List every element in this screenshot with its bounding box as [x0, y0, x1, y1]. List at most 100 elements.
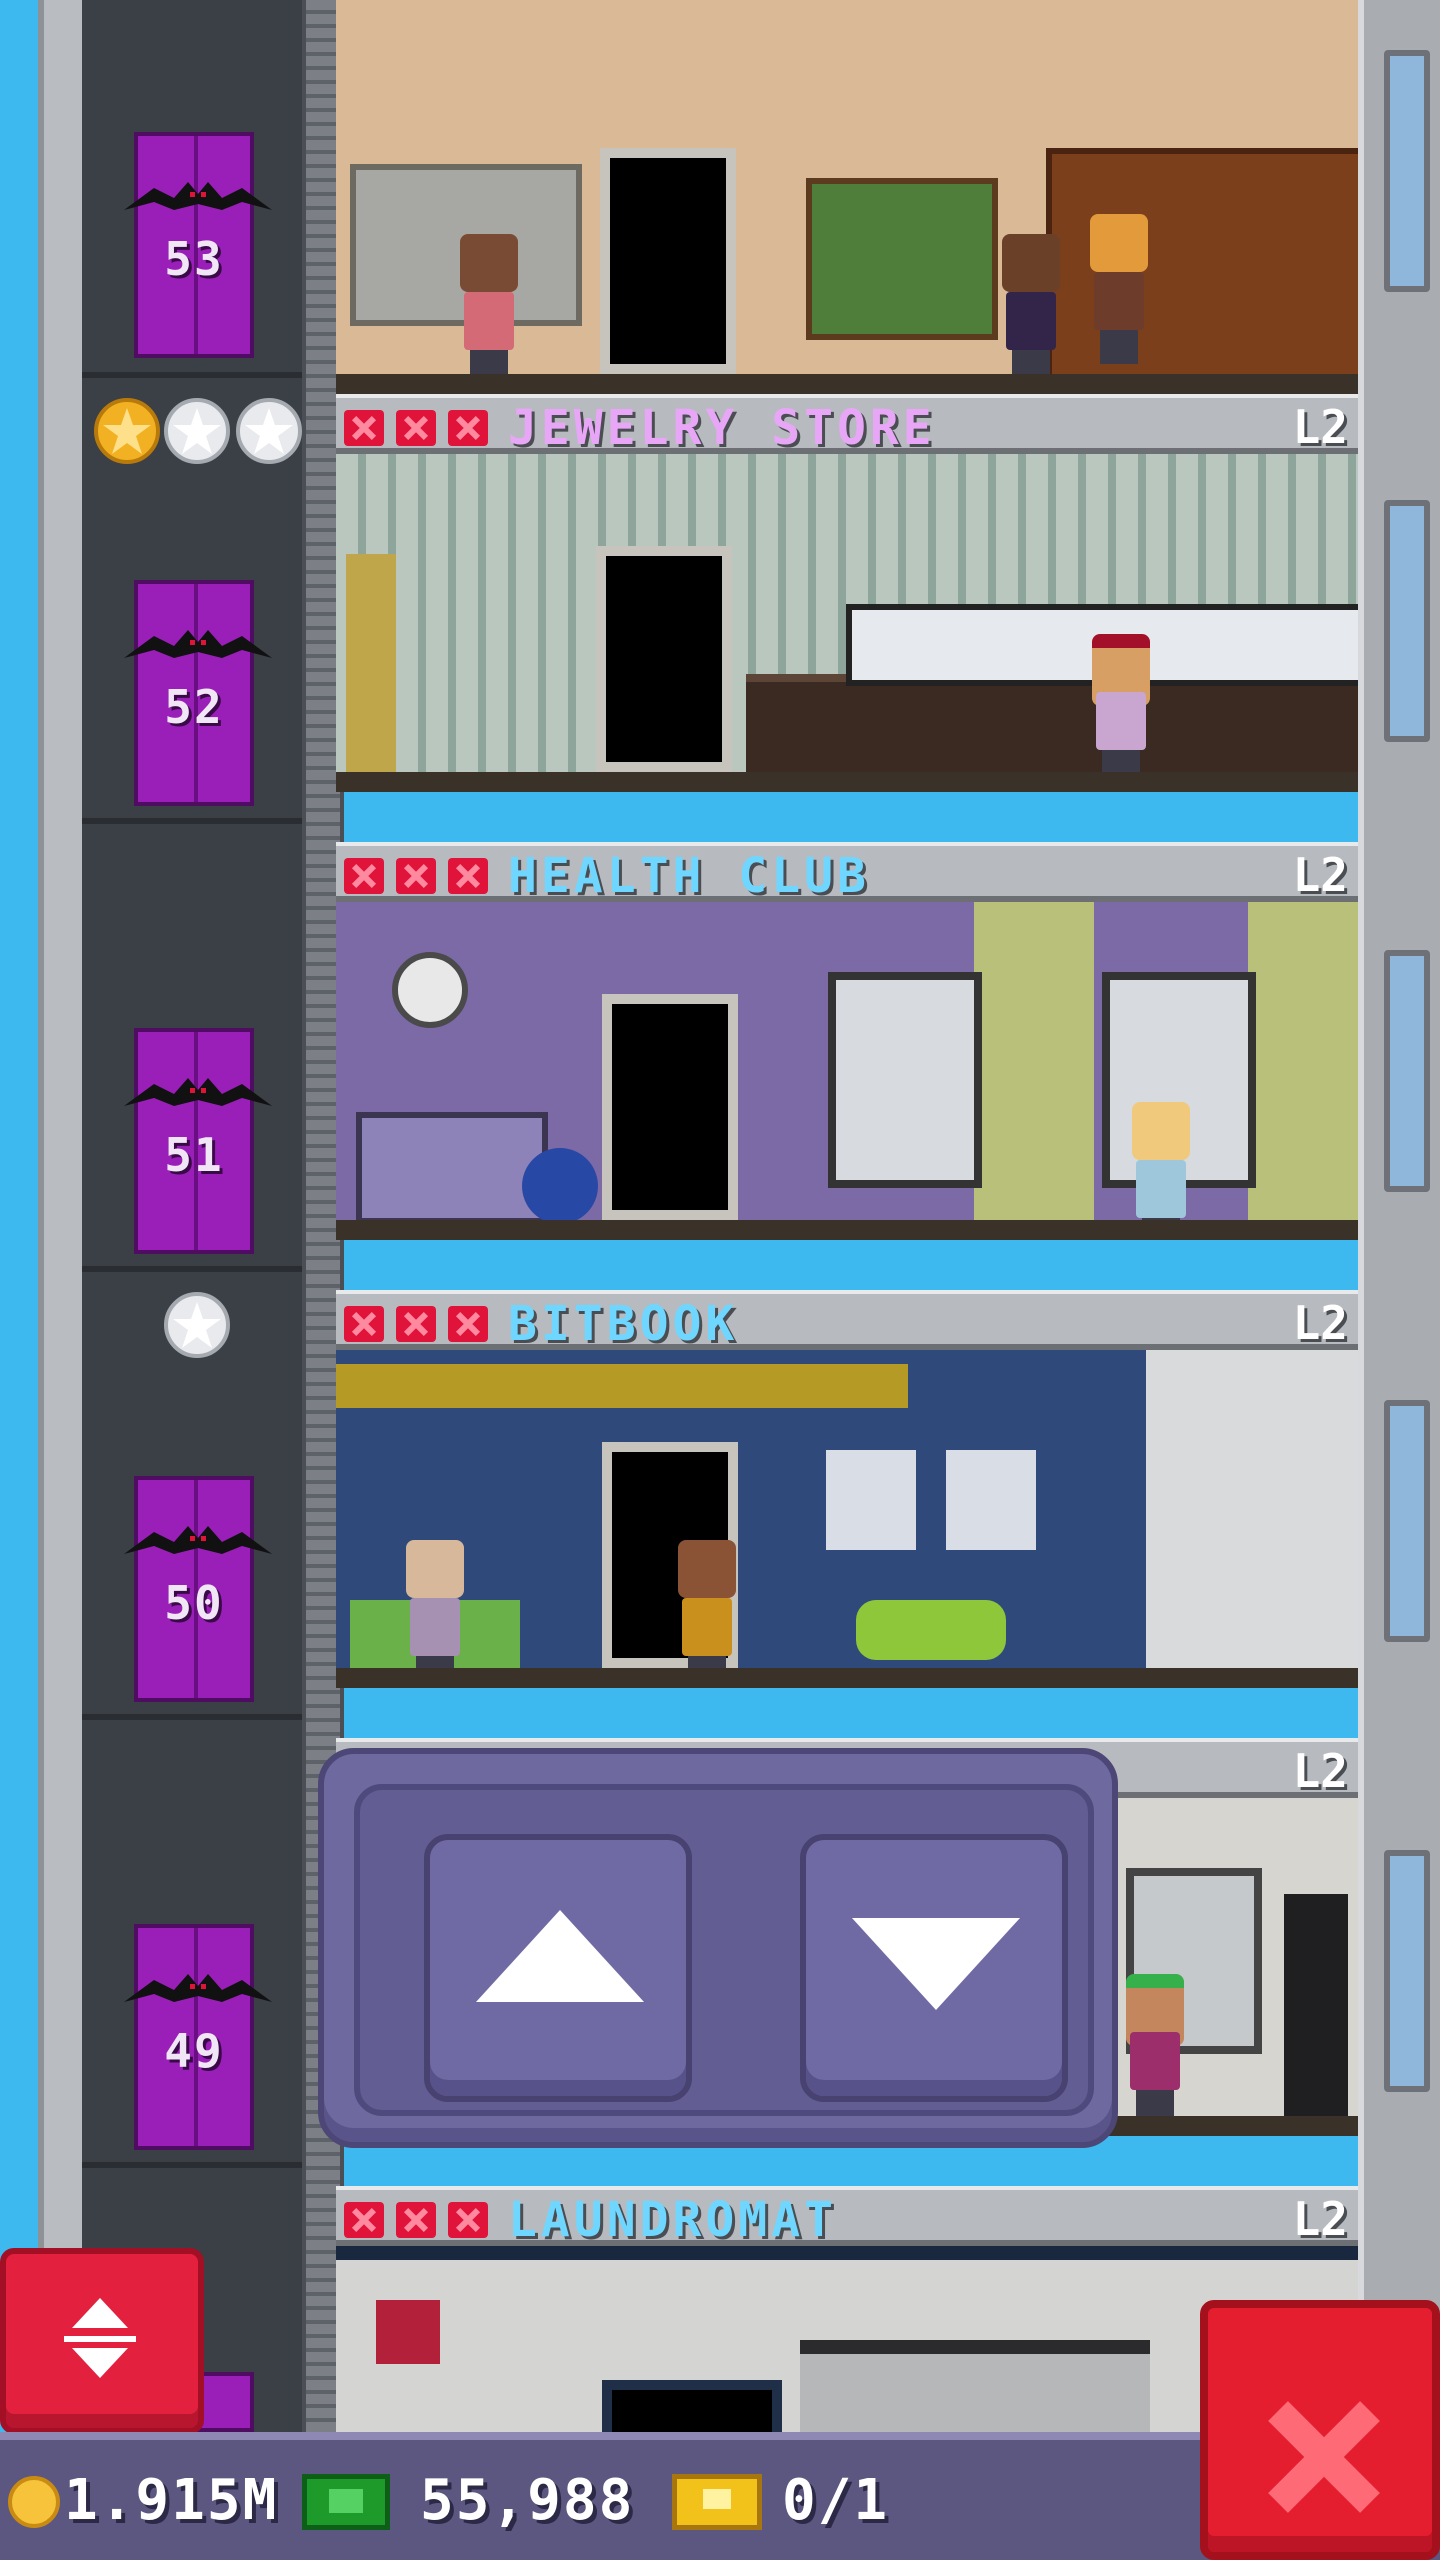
display-table — [806, 178, 998, 340]
floor-name: JEWELRY STORE — [508, 400, 936, 456]
star-icon-silver — [164, 398, 230, 464]
window — [828, 972, 982, 1188]
sofa — [856, 1600, 1006, 1660]
bat-icon — [124, 1526, 272, 1554]
tower-right-wall — [1358, 0, 1440, 2560]
plant — [346, 554, 396, 774]
visitor — [1084, 214, 1154, 364]
close-button[interactable] — [1200, 2300, 1440, 2560]
elevator-floor-number: 53 — [164, 232, 224, 286]
arrow-up-icon — [476, 1910, 644, 2002]
bat-icon — [124, 182, 272, 210]
elevator-car-49[interactable]: 49 — [124, 1924, 272, 2150]
floor-level: L2 — [1292, 1296, 1348, 1350]
elevator-car-53[interactable]: 53 — [124, 132, 272, 358]
x-mark-icon — [448, 858, 488, 894]
star-icon-silver — [236, 398, 302, 464]
clock-icon — [392, 952, 468, 1028]
elevator-car-50[interactable]: 50 — [124, 1476, 272, 1702]
floor-51-health-club[interactable]: HEALTH CLUB L2 — [336, 842, 1358, 1240]
bux-value: 55,988 — [420, 2468, 635, 2533]
x-mark-icon — [344, 858, 384, 894]
floor-header: LAUNDROMAT L2 — [336, 2186, 1358, 2248]
shop-room — [336, 0, 1358, 394]
elevator-toggle-button[interactable] — [0, 2248, 204, 2434]
bat-icon — [124, 1974, 272, 2002]
scroll-up-button[interactable] — [424, 1834, 692, 2102]
office-side-room — [1146, 1350, 1358, 1688]
elevator-floor-number: 49 — [164, 2024, 224, 2078]
x-mark-icon — [396, 2202, 436, 2238]
jewelry-room — [336, 454, 1358, 792]
gym-room — [336, 902, 1358, 1240]
x-mark-icon — [396, 1306, 436, 1342]
floor-level: L2 — [1292, 400, 1348, 454]
floor-50-bitbook[interactable]: BITBOOK L2 — [336, 1290, 1358, 1688]
x-mark-icon — [448, 1306, 488, 1342]
star-icon-gold — [94, 398, 160, 464]
bb-logo — [826, 1450, 1046, 1550]
coins-value: 1.915M — [64, 2468, 279, 2533]
door — [602, 2380, 782, 2436]
door — [596, 546, 732, 772]
exterior-window — [1384, 50, 1430, 292]
exterior-window — [1384, 500, 1430, 742]
exercise-ball — [522, 1148, 598, 1224]
bat-icon — [124, 630, 272, 658]
bux-icon — [302, 2474, 390, 2530]
sign-icon — [376, 2300, 440, 2364]
elevator-car-51[interactable]: 51 — [124, 1028, 272, 1254]
door — [602, 994, 738, 1220]
office-room — [336, 1350, 1358, 1688]
x-mark-icon — [448, 2202, 488, 2238]
elevator-shaft — [82, 0, 310, 2560]
vending-machine — [1284, 1894, 1348, 2124]
elevator-down-icon — [72, 2348, 128, 2378]
floor-level: L2 — [1292, 2192, 1348, 2246]
tickets-value: 0/1 — [782, 2468, 890, 2533]
shop-clerk — [1086, 634, 1156, 784]
scroll-down-button[interactable] — [800, 1834, 1068, 2102]
floor-name: HEALTH CLUB — [508, 848, 870, 904]
floor-header: HEALTH CLUB L2 — [336, 842, 1358, 904]
exterior-window — [1384, 1400, 1430, 1642]
display-counter — [746, 674, 1358, 782]
floor-header: JEWELRY STORE L2 — [336, 394, 1358, 456]
floor-level: L2 — [1292, 1744, 1348, 1798]
elevator-up-icon — [72, 2298, 128, 2328]
floor-name: BITBOOK — [508, 1296, 739, 1352]
wall-panel — [974, 902, 1094, 1240]
visitor — [996, 234, 1066, 384]
x-mark-icon — [396, 858, 436, 894]
x-mark-icon — [344, 1306, 384, 1342]
floor-level: L2 — [1292, 848, 1348, 902]
floor-52-jewelry-store[interactable]: JEWELRY STORE L2 — [336, 394, 1358, 792]
exterior-window — [1384, 1850, 1430, 2092]
office-worker — [672, 1540, 742, 1688]
elevator-floor-number: 50 — [164, 1576, 224, 1630]
visitor — [1120, 1974, 1190, 2124]
x-mark-icon — [396, 410, 436, 446]
arrow-down-icon — [852, 1918, 1020, 2010]
floor-name: LAUNDROMAT — [508, 2192, 837, 2248]
visitor — [454, 234, 524, 384]
x-mark-icon — [448, 410, 488, 446]
x-mark-icon — [344, 2202, 384, 2238]
wall-panel — [1248, 902, 1358, 1240]
weight-bench — [356, 1112, 548, 1224]
exterior-window — [1384, 950, 1430, 1192]
ticket-icon — [672, 2474, 762, 2530]
floor-53-shop[interactable] — [336, 0, 1358, 394]
office-worker — [400, 1540, 470, 1688]
door — [600, 148, 736, 374]
washing-machines — [800, 2340, 1150, 2436]
ceiling-duct — [336, 1364, 908, 1408]
star-icon-silver — [164, 1292, 230, 1358]
bat-icon — [124, 1078, 272, 1106]
elevator-floor-number: 52 — [164, 680, 224, 734]
elevator-floor-number: 51 — [164, 1128, 224, 1182]
elevator-car-52[interactable]: 52 — [124, 580, 272, 806]
floor-navigation-panel — [318, 1748, 1118, 2148]
coin-icon — [8, 2476, 60, 2528]
x-mark-icon — [344, 410, 384, 446]
